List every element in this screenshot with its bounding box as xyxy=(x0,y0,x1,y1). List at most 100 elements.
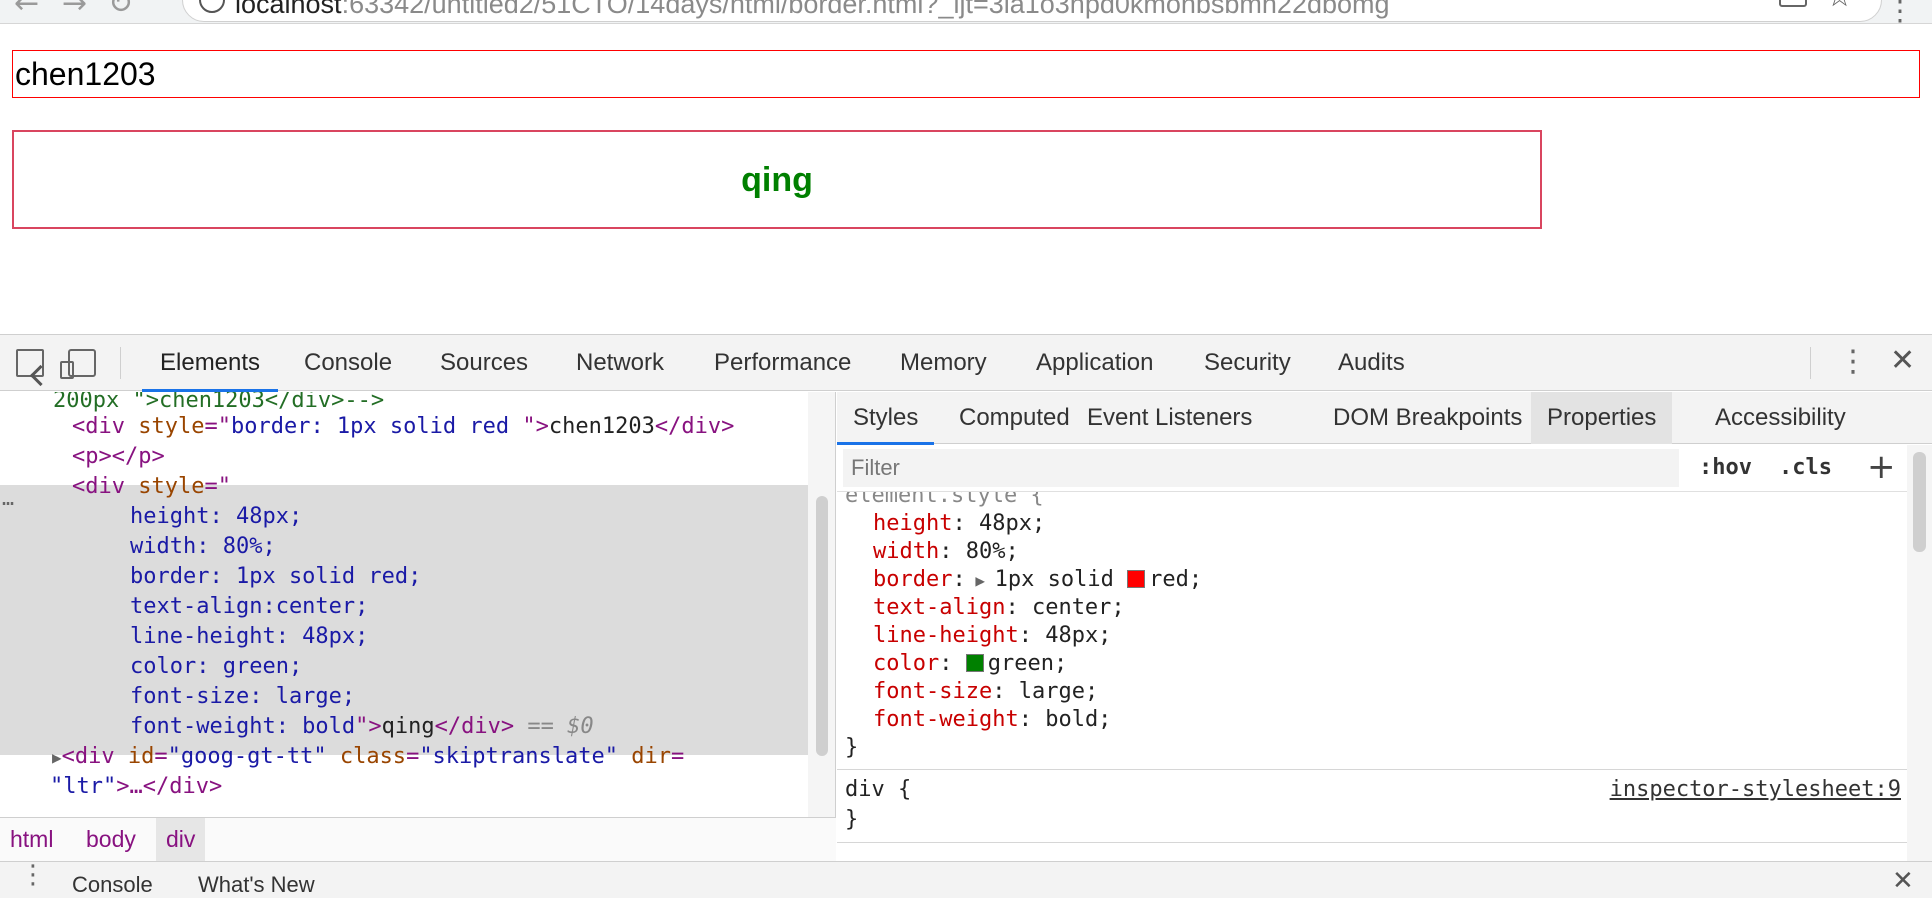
tab-elements[interactable]: Elements xyxy=(141,335,279,392)
sidebar-tabs: Styles Computed Event Listeners DOM Brea… xyxy=(837,392,1932,445)
color-swatch-green[interactable] xyxy=(965,654,984,672)
css-decl[interactable]: text-align: center; xyxy=(873,594,1125,622)
browser-menu-icon[interactable]: ⋮ xyxy=(1886,0,1914,23)
tab-security[interactable]: Security xyxy=(1202,335,1293,391)
rule-divider xyxy=(837,769,1907,770)
url-text[interactable]: localhost:63342/untitled2/51CTO/14days/h… xyxy=(235,0,1390,20)
tab-dom-breakpoints[interactable]: DOM Breakpoints xyxy=(1317,392,1538,444)
css-prop-value: green; xyxy=(987,651,1068,676)
css-prop-value: red; xyxy=(1149,567,1203,592)
bookmark-star-icon[interactable]: ☆ xyxy=(1826,0,1853,14)
tag-name: <div xyxy=(61,744,128,769)
rule-selector-div[interactable]: div { xyxy=(845,776,911,804)
tree-node-div-chen1203[interactable]: <div style="border: 1px solid red ">chen… xyxy=(72,412,835,442)
style-rules[interactable]: element.style { height: 48px; width: 80%… xyxy=(837,491,1907,861)
tag-end: </div> xyxy=(654,414,735,439)
attr-eq: =" xyxy=(204,414,231,439)
device-toggle-icon[interactable] xyxy=(60,349,96,379)
drawer-close-icon[interactable]: ✕ xyxy=(1892,866,1914,896)
comment-part: </div>--> xyxy=(264,392,385,413)
stylesheet-source-link[interactable]: inspector-stylesheet:9 xyxy=(1610,776,1901,804)
styles-filter-bar: :hov .cls + xyxy=(837,445,1907,491)
site-info-icon[interactable] xyxy=(199,0,225,13)
css-prop-name: border xyxy=(873,567,953,592)
reload-icon[interactable]: ↻ xyxy=(108,0,133,21)
style-line: line-height: 48px; xyxy=(130,624,369,649)
styles-filter-input[interactable] xyxy=(843,449,1679,487)
tree-node-p[interactable]: <p></p> xyxy=(72,442,835,472)
elements-scroll-thumb[interactable] xyxy=(816,496,828,756)
node-actions-icon[interactable]: … xyxy=(2,485,14,511)
tree-node-goog-gt-tt-cont[interactable]: "ltr">…</div> xyxy=(50,772,835,802)
css-decl[interactable]: border: ▶ 1px solid red; xyxy=(873,566,1202,594)
css-decl[interactable]: width: 80%; xyxy=(873,538,1019,566)
drawer-tab-console[interactable]: Console xyxy=(72,870,153,898)
styles-scroll-thumb[interactable] xyxy=(1913,452,1926,552)
tab-application[interactable]: Application xyxy=(1034,335,1155,391)
tab-computed[interactable]: Computed xyxy=(943,392,1086,444)
hover-state-button[interactable]: :hov xyxy=(1699,449,1752,487)
tab-styles[interactable]: Styles xyxy=(837,392,935,445)
forward-icon[interactable]: → xyxy=(62,0,87,21)
css-decl[interactable]: line-height: 48px; xyxy=(873,622,1111,650)
tree-node-div-selected[interactable]: <div style=" xyxy=(72,472,835,502)
drawer-menu-icon[interactable]: ⋮ xyxy=(20,860,46,890)
tab-console[interactable]: Console xyxy=(302,335,394,391)
tag-name: <div xyxy=(72,414,139,439)
node-text: qing xyxy=(381,714,435,739)
tag-end: >…</div> xyxy=(116,774,223,799)
css-prop-value: large; xyxy=(1018,679,1099,704)
page-div-qing: qing xyxy=(12,130,1542,229)
devtools-menu-icon[interactable]: ⋮ xyxy=(1838,345,1868,379)
elements-tree[interactable]: … 200px ">chen1203</div>--> <div style="… xyxy=(0,392,836,818)
drawer-tab-whats-new[interactable]: What's New xyxy=(198,870,315,898)
css-decl[interactable]: font-weight: bold; xyxy=(873,706,1111,734)
tab-audits[interactable]: Audits xyxy=(1336,335,1407,391)
page-div-chen1203: chen1203 xyxy=(12,50,1920,98)
breadcrumb-html[interactable]: html xyxy=(0,818,63,862)
tab-performance[interactable]: Performance xyxy=(712,335,853,391)
breadcrumb-body[interactable]: body xyxy=(76,818,146,862)
css-decl[interactable]: color: green; xyxy=(873,650,1067,678)
rule-close-brace: } xyxy=(845,807,859,832)
new-style-rule-icon[interactable]: + xyxy=(1867,445,1896,489)
css-prop-value: 80%; xyxy=(965,539,1019,564)
css-prop-value: 48px; xyxy=(978,511,1046,536)
attr-name: style xyxy=(138,414,205,439)
attr-value: border: 1px solid red xyxy=(230,414,523,439)
address-bar[interactable]: localhost:63342/untitled2/51CTO/14days/h… xyxy=(182,0,1882,22)
breadcrumb-div[interactable]: div xyxy=(156,818,206,862)
inspect-element-icon[interactable] xyxy=(16,349,44,377)
color-swatch-red[interactable] xyxy=(1127,570,1146,588)
tab-memory[interactable]: Memory xyxy=(898,335,989,391)
tab-accessibility[interactable]: Accessibility xyxy=(1699,392,1862,444)
tab-properties[interactable]: Properties xyxy=(1531,392,1673,444)
tab-sources[interactable]: Sources xyxy=(438,335,530,391)
tab-network[interactable]: Network xyxy=(574,335,666,391)
toolbar-divider xyxy=(1810,347,1811,379)
tab-event-listeners[interactable]: Event Listeners xyxy=(1071,392,1268,444)
css-prop-name: font-weight xyxy=(873,707,1019,732)
attr-value: "ltr" xyxy=(50,774,117,799)
attr-value: "goog-gt-tt" xyxy=(167,744,327,769)
browser-toolbar: ← → ↻ localhost:63342/untitled2/51CTO/14… xyxy=(0,0,1932,24)
class-toggle-button[interactable]: .cls xyxy=(1779,449,1832,487)
comment-part: chen1203 xyxy=(158,392,265,413)
attr-value: "skiptranslate" xyxy=(419,744,618,769)
devtools-close-icon[interactable]: ✕ xyxy=(1890,343,1915,378)
tag-end: </div> xyxy=(434,714,515,739)
attr-name: dir xyxy=(631,744,671,769)
css-decl[interactable]: font-size: large; xyxy=(873,678,1098,706)
back-icon[interactable]: ← xyxy=(14,0,39,21)
css-decl[interactable]: height: 48px; xyxy=(873,510,1045,538)
rule-divider xyxy=(837,842,1907,843)
node-text: chen1203 xyxy=(548,414,655,439)
expand-triangle-icon[interactable]: ▶ xyxy=(966,571,995,590)
translate-icon[interactable] xyxy=(1779,0,1807,7)
style-line: color: green; xyxy=(130,654,303,679)
css-prop-name: line-height xyxy=(873,623,1019,648)
expand-triangle-icon[interactable]: ▶ xyxy=(52,748,62,767)
tree-node-goog-gt-tt[interactable]: ▶<div id="goog-gt-tt" class="skiptransla… xyxy=(52,742,835,772)
attr-name: id xyxy=(127,744,155,769)
comment-part: 200px "> xyxy=(0,392,159,413)
